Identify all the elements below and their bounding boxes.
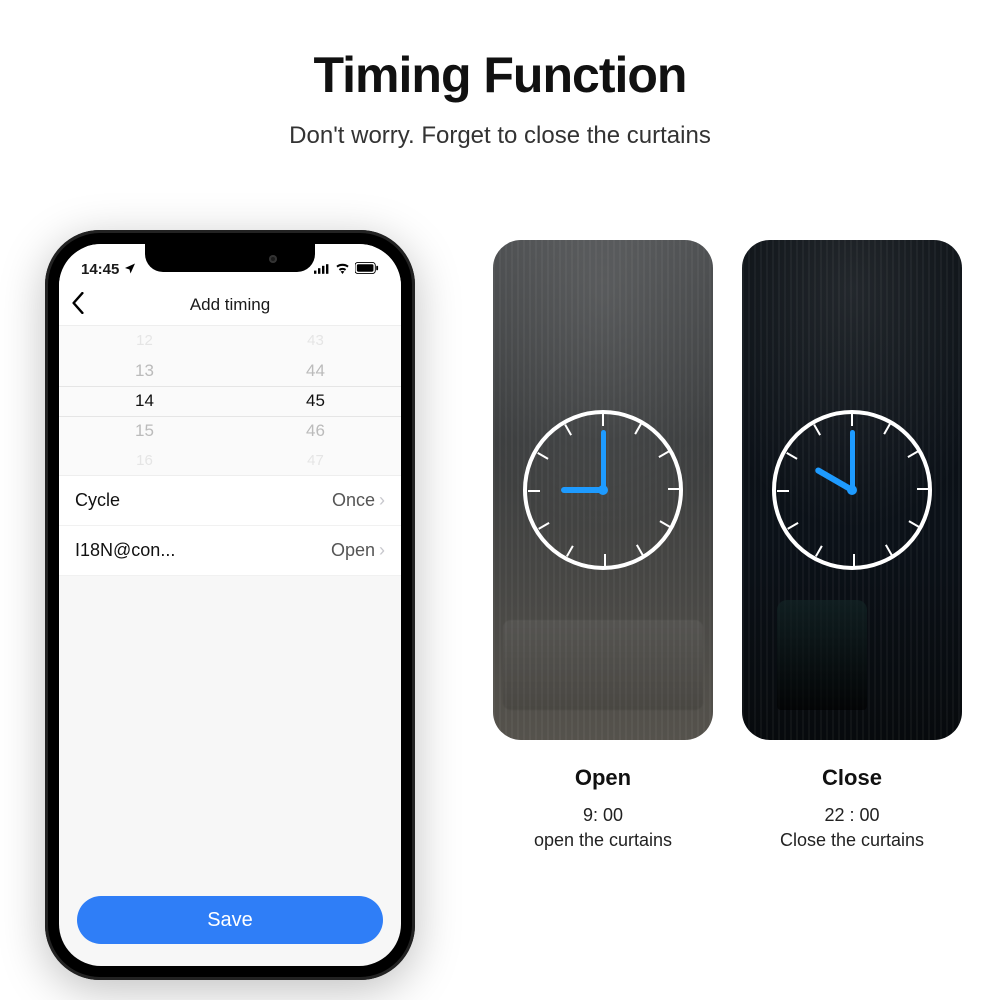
phone-screen: 14:45: [59, 244, 401, 966]
picker-option[interactable]: 44: [306, 356, 325, 386]
page-title: Timing Function: [0, 0, 1000, 104]
location-icon: [124, 261, 136, 278]
row-value: Once: [332, 490, 375, 511]
phone-mockup: 14:45: [45, 230, 415, 980]
row-label: Cycle: [75, 490, 120, 511]
close-title: Close: [742, 765, 962, 791]
picker-option[interactable]: 13: [135, 356, 154, 386]
open-title: Open: [493, 765, 713, 791]
open-desc: open the curtains: [493, 830, 713, 851]
row-value: Open: [331, 540, 375, 561]
close-card: [742, 240, 962, 740]
picker-option[interactable]: 15: [135, 416, 154, 446]
page-subtitle: Don't worry. Forget to close the curtain…: [0, 122, 1000, 150]
clock-icon: [772, 410, 932, 570]
minute-column[interactable]: 43 44 45 46 47: [230, 326, 401, 475]
signal-icon: [314, 261, 330, 278]
open-card: [493, 240, 713, 740]
nav-bar: Add timing: [59, 284, 401, 326]
picker-option[interactable]: 46: [306, 416, 325, 446]
time-picker[interactable]: 12 13 14 15 16 43 44 45 46 47: [59, 326, 401, 476]
back-button[interactable]: [71, 292, 85, 321]
phone-notch: [145, 244, 315, 272]
picker-option[interactable]: 47: [307, 446, 324, 476]
cycle-row[interactable]: Cycle Once ›: [59, 476, 401, 526]
battery-icon: [355, 261, 379, 278]
save-button[interactable]: Save: [77, 896, 383, 944]
picker-option-selected[interactable]: 45: [306, 386, 325, 416]
status-time: 14:45: [81, 261, 119, 278]
chevron-right-icon: ›: [379, 490, 385, 511]
chevron-right-icon: ›: [379, 540, 385, 561]
hour-column[interactable]: 12 13 14 15 16: [59, 326, 230, 475]
picker-option[interactable]: 43: [307, 326, 324, 356]
open-time: 9: 00: [493, 805, 713, 826]
close-desc: Close the curtains: [742, 830, 962, 851]
close-time: 22 : 00: [742, 805, 962, 826]
picker-option[interactable]: 16: [136, 446, 153, 476]
wifi-icon: [335, 261, 350, 278]
action-row[interactable]: I18N@con... Open ›: [59, 526, 401, 576]
nav-title: Add timing: [190, 295, 270, 315]
row-label: I18N@con...: [75, 540, 175, 561]
picker-option[interactable]: 12: [136, 326, 153, 356]
picker-option-selected[interactable]: 14: [135, 386, 154, 416]
clock-icon: [523, 410, 683, 570]
